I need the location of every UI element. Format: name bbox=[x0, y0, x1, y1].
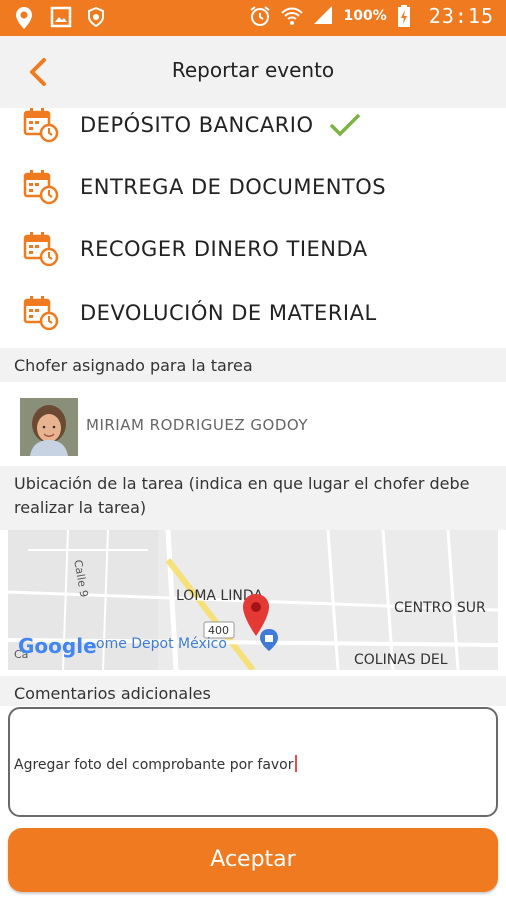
event-item-deposito-bancario[interactable]: DEPÓSITO BANCARIO bbox=[0, 94, 506, 156]
accept-button[interactable]: Aceptar bbox=[8, 828, 498, 892]
map-label-home-depot: ome Depot México bbox=[96, 636, 227, 652]
wifi-icon bbox=[280, 4, 303, 28]
event-label: DEPÓSITO BANCARIO bbox=[80, 113, 314, 137]
alarm-icon bbox=[248, 4, 270, 28]
battery-percent: 100% bbox=[343, 8, 387, 24]
location-icon bbox=[14, 6, 36, 30]
image-icon bbox=[50, 6, 72, 30]
map-label-colinas-del: COLINAS DEL bbox=[354, 652, 448, 668]
check-icon bbox=[328, 111, 362, 139]
clock: 23:15 bbox=[428, 4, 494, 28]
store-marker-icon bbox=[258, 628, 280, 652]
calendar-clock-icon bbox=[22, 168, 60, 206]
calendar-clock-icon bbox=[22, 230, 60, 268]
signal-icon bbox=[312, 4, 334, 28]
status-bar: 100% 23:15 bbox=[0, 0, 506, 36]
driver-section-header: Chofer asignado para la tarea bbox=[0, 348, 506, 382]
comments-field[interactable]: Agregar foto del comprobante por favor bbox=[8, 707, 498, 817]
page-title: Reportar evento bbox=[171, 58, 335, 82]
driver-name: MIRIAM RODRIGUEZ GODOY bbox=[86, 416, 309, 434]
comments-value: Agregar foto del comprobante por favor bbox=[14, 755, 297, 773]
event-item-recoger-dinero-tienda[interactable]: RECOGER DINERO TIENDA bbox=[0, 218, 506, 280]
text-cursor bbox=[294, 755, 297, 772]
map-label-centro-sur: CENTRO SUR bbox=[394, 600, 486, 616]
event-label: ENTREGA DE DOCUMENTOS bbox=[80, 175, 387, 199]
google-logo: Google bbox=[18, 634, 97, 658]
battery-charging-icon bbox=[397, 4, 419, 28]
avatar bbox=[20, 398, 78, 456]
calendar-clock-icon bbox=[22, 294, 60, 332]
location-section-header: Ubicación de la tarea (indica en que lug… bbox=[0, 466, 506, 530]
event-item-entrega-de-documentos[interactable]: ENTREGA DE DOCUMENTOS bbox=[0, 156, 506, 218]
shield-icon bbox=[86, 6, 108, 30]
event-label: DEVOLUCIÓN DE MATERIAL bbox=[80, 301, 377, 325]
calendar-clock-icon bbox=[22, 106, 60, 144]
event-label: RECOGER DINERO TIENDA bbox=[80, 237, 368, 261]
event-item-devolucion-de-material[interactable]: DEVOLUCIÓN DE MATERIAL bbox=[0, 282, 506, 344]
comments-section-header: Comentarios adicionales bbox=[0, 676, 506, 706]
driver-row[interactable]: MIRIAM RODRIGUEZ GODOY bbox=[0, 382, 506, 466]
location-map[interactable]: Calle 9 Ca LOMA LINDA CENTRO SUR COLINAS… bbox=[8, 530, 498, 670]
